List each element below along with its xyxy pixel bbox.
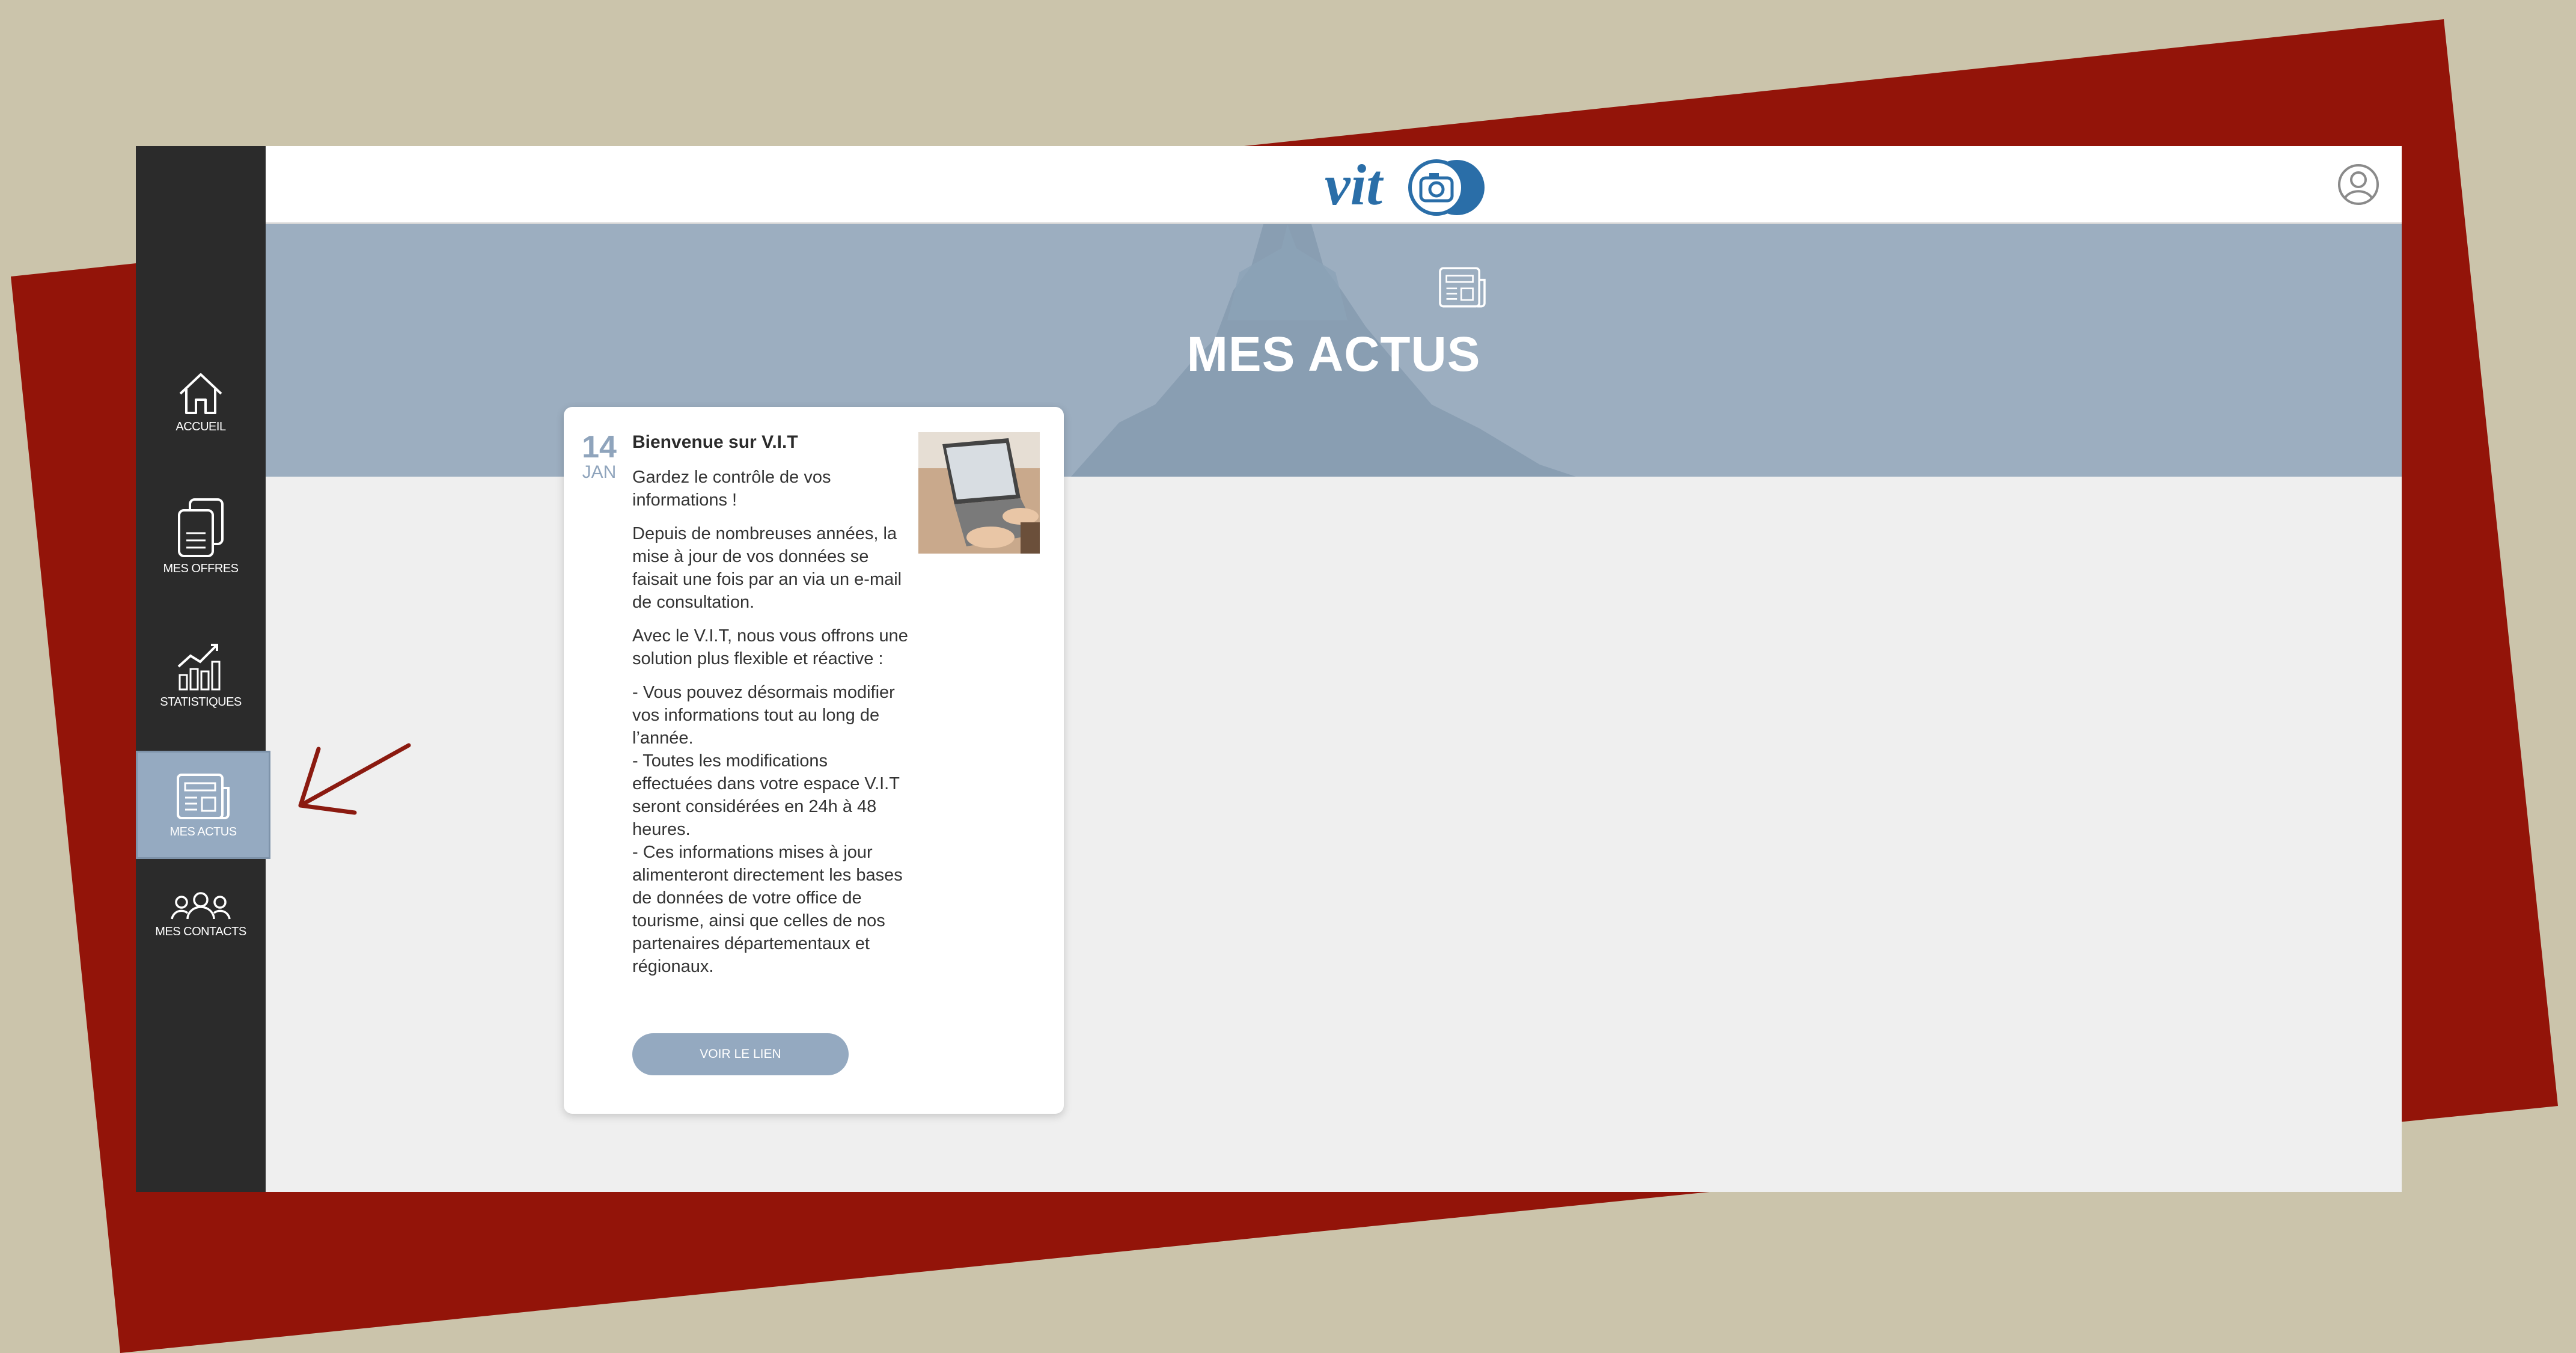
- chart-icon: [177, 644, 221, 691]
- news-date-month: JAN: [582, 462, 617, 482]
- home-icon: [179, 373, 222, 414]
- news-date-day: 14: [582, 430, 617, 465]
- sidebar-item-accueil[interactable]: ACCUEIL: [136, 371, 266, 434]
- app-window: ACCUEIL MES OFFRES STATISTIQUES MES ACTU…: [136, 146, 2402, 1192]
- annotation-arrow: [298, 743, 411, 815]
- documents-icon: [178, 498, 224, 557]
- newspaper-icon: [1436, 265, 1488, 313]
- contacts-icon: [171, 892, 231, 920]
- sidebar-item-label: MES ACTUS: [169, 825, 237, 838]
- sidebar-item-statistiques[interactable]: STATISTIQUES: [136, 640, 266, 709]
- svg-text:vit: vit: [1325, 155, 1384, 217]
- news-body: Gardez le contrôle de vos informations !…: [632, 466, 910, 989]
- news-paragraph: Avec le V.I.T, nous vous offrons une sol…: [632, 626, 908, 668]
- sidebar: ACCUEIL MES OFFRES STATISTIQUES MES ACTU…: [136, 146, 270, 1192]
- voir-le-lien-button[interactable]: VOIR LE LIEN: [632, 1033, 849, 1075]
- sidebar-item-label: STATISTIQUES: [160, 695, 242, 709]
- vit-logo[interactable]: vit: [1322, 153, 1497, 221]
- sidebar-item-label: MES CONTACTS: [155, 925, 246, 938]
- page-title: MES ACTUS: [1186, 327, 1481, 382]
- user-circle-icon: [2338, 164, 2379, 205]
- sidebar-item-mes-actus[interactable]: MES ACTUS: [136, 751, 270, 859]
- news-date: 14 JAN: [578, 432, 620, 483]
- news-thumbnail-image: [918, 432, 1040, 554]
- news-card: 14 JAN Bienvenue sur V.I.T Gardez le con…: [564, 407, 1064, 1114]
- news-paragraph: - Vous pouvez désormais modifier vos inf…: [632, 683, 903, 976]
- sidebar-item-mes-offres[interactable]: MES OFFRES: [136, 497, 266, 576]
- sidebar-item-label: MES OFFRES: [163, 562, 239, 575]
- news-paragraph: Depuis de nombreuses années, la mise à j…: [632, 524, 902, 612]
- top-bar: vit: [266, 146, 2402, 224]
- news-title: Bienvenue sur V.I.T: [632, 432, 798, 452]
- sidebar-item-label: ACCUEIL: [175, 420, 226, 433]
- news-paragraph: Gardez le contrôle de vos informations !: [632, 468, 831, 510]
- sidebar-item-mes-contacts[interactable]: MES CONTACTS: [136, 891, 266, 939]
- newspaper-icon: [177, 773, 230, 819]
- user-account-button[interactable]: [2337, 163, 2380, 209]
